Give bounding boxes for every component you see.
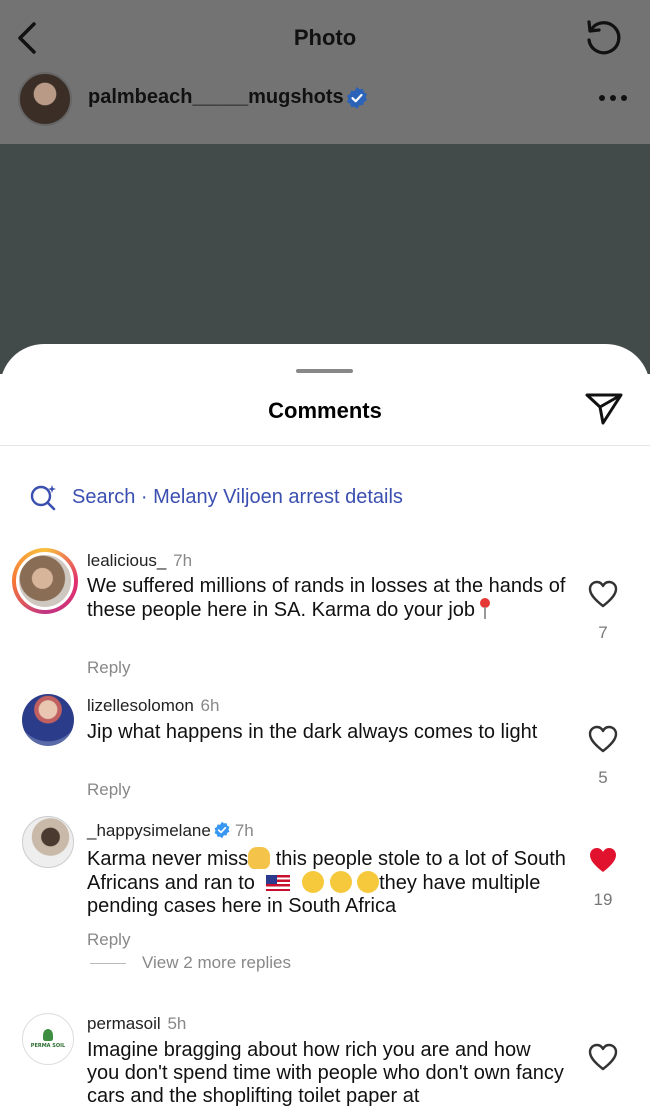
view-more-replies[interactable]: View 2 more replies bbox=[90, 953, 291, 973]
reply-button[interactable]: Reply bbox=[87, 930, 130, 950]
refresh-icon[interactable] bbox=[583, 18, 623, 58]
tears-of-joy-emoji bbox=[357, 871, 380, 893]
avatar-logo-text: PERMA SOIL bbox=[30, 1043, 66, 1049]
post-author-avatar[interactable] bbox=[18, 72, 72, 126]
search-suggestion-label: Search · Melany Viljoen arrest details bbox=[72, 485, 403, 508]
comment-username[interactable]: _happysimelane 7h bbox=[87, 821, 254, 841]
comment-text: Jip what happens in the dark always come… bbox=[87, 721, 538, 743]
comments-sheet: Comments Search · Melany Viljoen arrest … bbox=[0, 344, 650, 1119]
reply-button[interactable]: Reply bbox=[87, 780, 130, 800]
post-photo[interactable] bbox=[0, 144, 650, 374]
search-suggestion[interactable]: Search · Melany Viljoen arrest details bbox=[30, 482, 403, 512]
comment-time: 7h bbox=[173, 551, 193, 570]
share-icon[interactable] bbox=[583, 388, 625, 428]
comment-username[interactable]: lealicious_ 7h bbox=[87, 551, 192, 571]
more-options-icon[interactable] bbox=[598, 93, 628, 103]
divider bbox=[0, 445, 650, 446]
round-pushpin-emoji bbox=[479, 598, 491, 620]
comment-time: 7h bbox=[234, 821, 254, 840]
like-count: 5 bbox=[598, 768, 608, 787]
comment-time: 5h bbox=[167, 1014, 187, 1033]
comment-time: 6h bbox=[200, 696, 220, 715]
comment-text: Imagine bragging about how rich you are … bbox=[87, 1039, 564, 1107]
sheet-grabber[interactable] bbox=[296, 369, 353, 373]
verified-badge-icon bbox=[214, 821, 230, 839]
heart-filled-icon[interactable] bbox=[588, 846, 618, 874]
post-username[interactable]: palmbeach_____mugshots bbox=[88, 86, 344, 109]
verified-badge-icon bbox=[347, 87, 367, 109]
reply-button[interactable]: Reply bbox=[87, 658, 130, 678]
tears-of-joy-emoji bbox=[302, 871, 324, 893]
avatar[interactable]: PERMA SOIL bbox=[22, 1013, 74, 1065]
comment-username[interactable]: lizellesolomon 6h bbox=[87, 696, 219, 716]
comments-title: Comments bbox=[268, 398, 382, 423]
post-header-overlay bbox=[0, 0, 650, 144]
heart-icon[interactable] bbox=[588, 580, 618, 608]
tears-of-joy-emoji bbox=[329, 871, 352, 893]
heart-icon[interactable] bbox=[588, 725, 618, 753]
comment-text: Karma never miss this people stole to a … bbox=[87, 847, 566, 917]
avatar[interactable] bbox=[22, 694, 74, 746]
avatar[interactable] bbox=[22, 816, 74, 868]
like-count: 19 bbox=[593, 890, 613, 909]
divider bbox=[90, 962, 126, 964]
heart-icon[interactable] bbox=[588, 1043, 618, 1071]
page-title: Photo bbox=[293, 25, 357, 50]
us-flag-emoji bbox=[266, 875, 291, 891]
raising-hands-emoji bbox=[248, 847, 271, 869]
comment-text: We suffered millions of rands in losses … bbox=[87, 575, 566, 621]
avatar[interactable] bbox=[12, 548, 78, 614]
like-count: 7 bbox=[598, 623, 608, 642]
tree-logo-icon bbox=[43, 1029, 53, 1041]
comment-username[interactable]: permasoil 5h bbox=[87, 1014, 186, 1034]
search-sparkle-icon bbox=[30, 485, 56, 511]
